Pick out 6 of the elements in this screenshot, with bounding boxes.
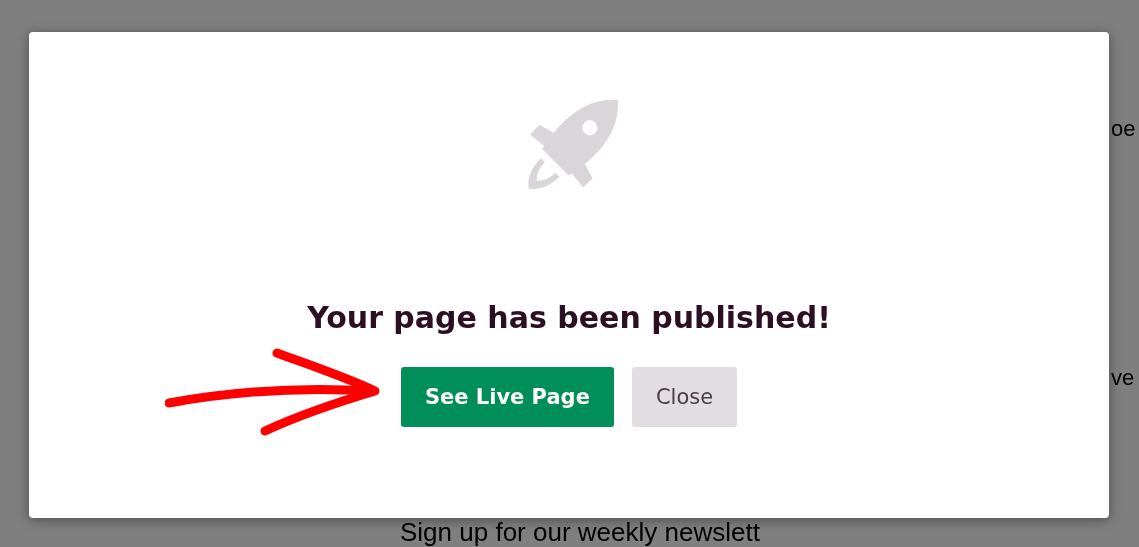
page-text: oe <box>1111 116 1136 142</box>
dialog-button[interactable]: See Live Page <box>400 367 614 427</box>
page-heading: Sign up for our weekly newslett <box>400 519 760 545</box>
dialog-title: Your page has been published! <box>307 300 831 335</box>
dialog-button[interactable]: Close <box>631 367 738 427</box>
page-text: ve <box>1111 365 1135 391</box>
